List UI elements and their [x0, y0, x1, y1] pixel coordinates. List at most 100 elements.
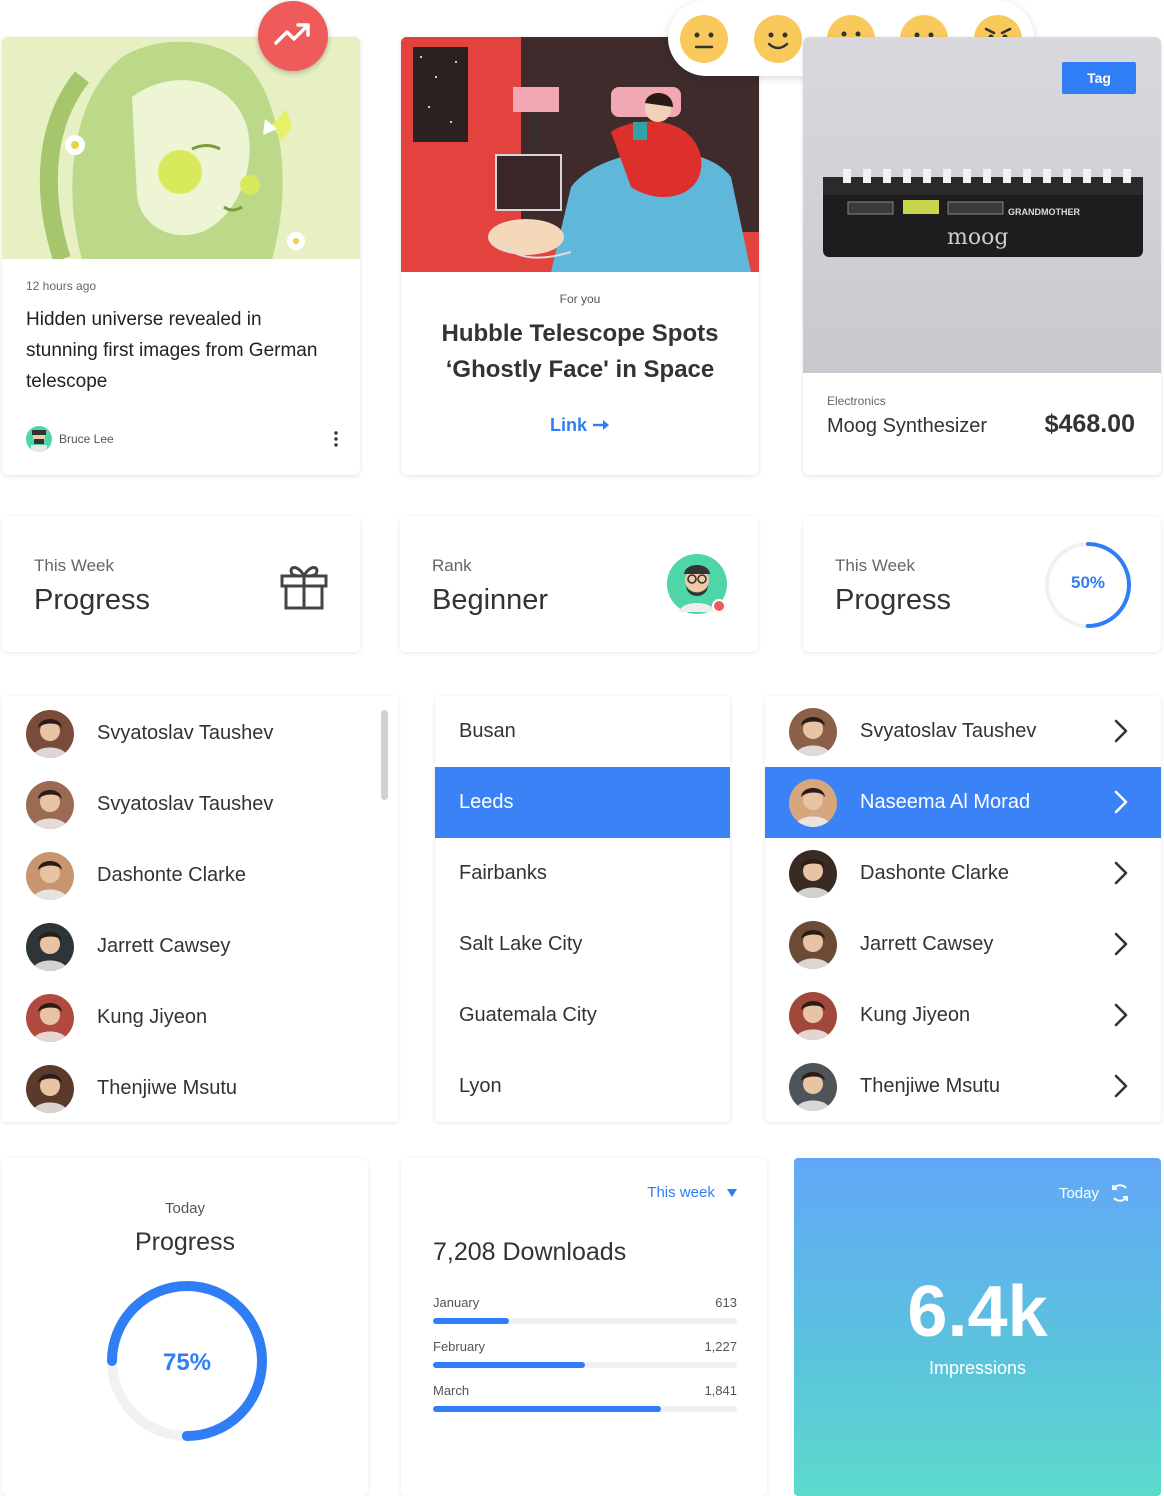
nav-list-item[interactable]: Kung Jiyeon [765, 980, 1161, 1051]
city-name: Guatemala City [459, 1004, 597, 1026]
stat-label: This Week [34, 556, 114, 575]
chevron-right-icon [1114, 790, 1128, 814]
download-bar-fill [433, 1318, 509, 1324]
download-month: February [433, 1339, 486, 1354]
list-item[interactable]: Thenjiwe Msutu [2, 1053, 398, 1122]
city-name: Salt Lake City [459, 933, 583, 955]
feature-title-line-2: ‘Ghostly Face' in Space [445, 356, 715, 383]
list-item[interactable]: Svyatoslav Taushev [2, 769, 398, 840]
product-name[interactable]: Moog Synthesizer [827, 415, 987, 438]
nav-list-item[interactable]: Thenjiwe Msutu [765, 1051, 1161, 1122]
product-model-text: GRANDMOTHER [1008, 207, 1080, 217]
arrow-right-icon [592, 415, 610, 435]
download-bar-fill [433, 1406, 661, 1412]
download-month: March [433, 1383, 470, 1398]
trending-button[interactable] [258, 1, 328, 71]
gift-icon [278, 560, 330, 617]
period-dropdown[interactable]: This week [647, 1184, 737, 1201]
article-illustration [2, 37, 360, 262]
list-item-name: Jarrett Cawsey [860, 933, 994, 955]
city-list: Busan Leeds Fairbanks Salt Lake City Guatema… [435, 696, 730, 1122]
list-item-name: Thenjiwe Msutu [860, 1075, 1001, 1097]
download-count: 1,841 [704, 1383, 737, 1398]
city-item[interactable]: Fairbanks [435, 838, 730, 909]
download-count: 1,227 [704, 1339, 737, 1354]
list-item-name: Svyatoslav Taushev [97, 793, 274, 815]
product-tag[interactable]: Tag [1062, 62, 1136, 94]
city-name: Lyon [459, 1075, 502, 1097]
downloads-card: This week 7,208 Downloads January 613 Febr… [401, 1158, 767, 1496]
stat-card-weekly-progress[interactable]: This Week Progress [2, 516, 360, 652]
article-card[interactable]: 12 hours ago Hidden universe revealed in… [2, 37, 360, 475]
avatar [789, 921, 837, 969]
avatar-icon [667, 554, 727, 614]
today-percent: 75% [162, 1349, 212, 1376]
avatar [26, 1065, 74, 1113]
today-label: Today [164, 1200, 206, 1217]
feature-label: For you [559, 292, 601, 306]
avatar [26, 852, 74, 900]
list-item[interactable]: Svyatoslav Taushev [2, 698, 398, 769]
impressions-card[interactable]: Today 6.4k Impressions [794, 1158, 1161, 1496]
download-bar-track [433, 1318, 737, 1324]
neutral-face-icon[interactable] [679, 14, 729, 64]
list-item[interactable]: Jarrett Cawsey [2, 911, 398, 982]
avatar [789, 850, 837, 898]
avatar [26, 923, 74, 971]
stat-value: Progress [34, 584, 151, 616]
city-item[interactable]: Guatemala City [435, 980, 730, 1051]
refresh-icon[interactable] [1109, 1182, 1131, 1209]
city-name: Fairbanks [459, 862, 547, 884]
avatar [789, 992, 837, 1040]
today-title: Progress [134, 1228, 236, 1256]
feature-card[interactable]: For you Hubble Telescope Spots ‘Ghostly … [401, 37, 759, 475]
chevron-right-icon [1114, 1003, 1128, 1027]
list-item-name: Jarrett Cawsey [97, 935, 231, 957]
more-options-icon[interactable] [332, 429, 340, 449]
chevron-right-icon [1114, 861, 1128, 885]
article-time: 12 hours ago [26, 279, 97, 293]
avatar [26, 781, 74, 829]
list-item-name: Kung Jiyeon [860, 1004, 971, 1026]
stat-card-progress-ring[interactable]: This Week Progress 50% [803, 516, 1161, 652]
author-name[interactable]: Bruce Lee [59, 432, 114, 446]
author-avatar [26, 426, 52, 452]
stat-label: This Week [835, 556, 915, 575]
stat-card-rank[interactable]: Rank Beginner [400, 516, 758, 652]
list-item[interactable]: Dashonte Clarke [2, 840, 398, 911]
download-month: January [433, 1295, 480, 1310]
feature-link-label: Link [549, 415, 587, 435]
impressions-label: Today [1058, 1185, 1099, 1202]
city-item[interactable]: Salt Lake City [435, 909, 730, 980]
avatar [26, 710, 74, 758]
trending-icon [274, 22, 312, 51]
avatar [26, 994, 74, 1042]
smiling-face-icon[interactable] [753, 14, 803, 64]
feature-link[interactable]: Link [401, 415, 759, 436]
nav-list-item[interactable]: Dashonte Clarke [765, 838, 1161, 909]
city-item[interactable]: Leeds [435, 767, 730, 838]
nav-list-item[interactable]: Svyatoslav Taushev [765, 696, 1161, 767]
product-card[interactable]: GRANDMOTHER moog Tag Electronics Moog Sy… [803, 37, 1161, 475]
feature-title[interactable]: Hubble Telescope Spots ‘Ghostly Face' in… [401, 316, 759, 388]
download-count: 613 [715, 1295, 737, 1310]
people-nav-list: Svyatoslav Taushev Naseema Al Morad Dashon… [765, 696, 1161, 1122]
impressions-caption: Impressions [928, 1358, 1027, 1378]
nav-list-item[interactable]: Naseema Al Morad [765, 767, 1161, 838]
avatar [789, 708, 837, 756]
chevron-right-icon [1114, 719, 1128, 743]
article-title[interactable]: Hidden universe revealed in stunning fir… [26, 304, 326, 397]
today-progress-card[interactable]: Today Progress 75% [2, 1158, 368, 1496]
stat-label: Rank [432, 556, 472, 575]
download-bar-track [433, 1362, 737, 1368]
stat-value: Progress [835, 584, 952, 616]
progress-percent: 50% [1070, 573, 1106, 592]
city-item[interactable]: Lyon [435, 1051, 730, 1122]
list-item[interactable]: Kung Jiyeon [2, 982, 398, 1053]
nav-list-item[interactable]: Jarrett Cawsey [765, 909, 1161, 980]
city-name: Leeds [459, 791, 514, 813]
scrollbar-thumb[interactable] [381, 710, 388, 800]
city-item[interactable]: Busan [435, 696, 730, 767]
list-item-name: Kung Jiyeon [97, 1006, 208, 1028]
list-item-name: Svyatoslav Taushev [860, 720, 1037, 742]
